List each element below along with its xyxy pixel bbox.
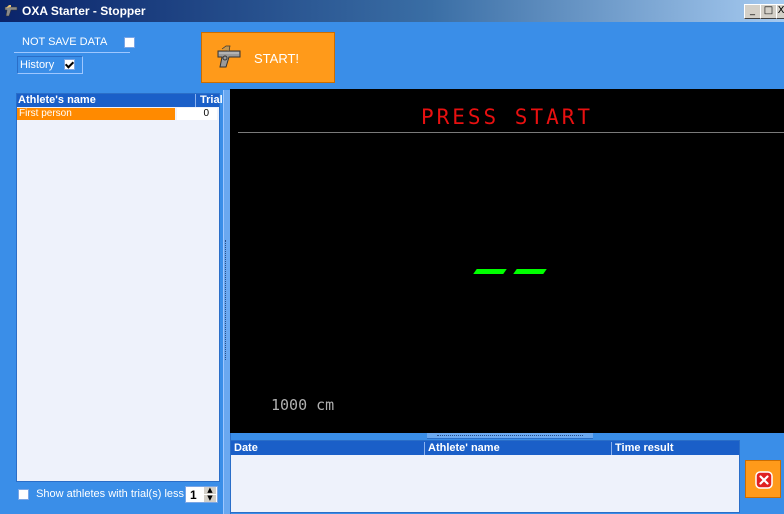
- athlete-table: Athlete's name Trial First person 0: [16, 93, 223, 482]
- results-table: Date Athlete' name Time result: [230, 440, 740, 513]
- horizontal-splitter[interactable]: [427, 433, 593, 439]
- results-table-header: Date Athlete' name Time result: [231, 441, 739, 455]
- history-label: History: [20, 59, 55, 71]
- not-save-data-option[interactable]: NOT SAVE DATA: [8, 32, 135, 50]
- pistol-app-icon: [4, 5, 18, 17]
- timer-display: PRESS START 1000 cm: [230, 89, 784, 433]
- stepper-down-icon[interactable]: ▼: [204, 495, 216, 502]
- column-header-time-result[interactable]: Time result: [611, 442, 674, 455]
- timer-dash: [513, 269, 547, 274]
- display-status: PRESS START: [420, 105, 594, 129]
- column-header-trial[interactable]: Trial: [195, 94, 223, 107]
- stepper-up-icon[interactable]: ▲: [204, 487, 216, 494]
- distance-readout: 1000 cm: [271, 396, 335, 414]
- not-save-data-checkbox[interactable]: [124, 37, 135, 48]
- trial-filter-checkbox[interactable]: [18, 488, 29, 500]
- close-icon: [755, 471, 773, 489]
- starting-pistol-icon: [217, 45, 241, 68]
- table-row[interactable]: First person 0: [17, 108, 219, 120]
- column-header-athlete-name[interactable]: Athlete's name: [18, 94, 96, 106]
- athlete-name-cell[interactable]: First person: [17, 108, 175, 120]
- trial-cell[interactable]: 0: [177, 108, 217, 120]
- start-button[interactable]: START!: [201, 32, 335, 83]
- timer-readout: [473, 269, 547, 275]
- history-option[interactable]: History: [17, 56, 83, 74]
- history-checkbox[interactable]: [64, 59, 75, 70]
- trial-filter-stepper[interactable]: 1 ▲ ▼: [185, 486, 218, 503]
- timer-dash: [473, 269, 507, 274]
- display-divider: [238, 132, 784, 133]
- trial-filter-value[interactable]: 1: [190, 488, 197, 502]
- athlete-table-header: Athlete's name Trial: [17, 94, 223, 107]
- not-save-data-label: NOT SAVE DATA: [22, 36, 108, 48]
- start-button-label: START!: [254, 51, 300, 66]
- close-window-button[interactable]: X: [776, 4, 784, 19]
- column-header-date[interactable]: Date: [231, 442, 258, 455]
- option-divider: [14, 52, 130, 53]
- window-title: OXA Starter - Stopper: [22, 4, 146, 18]
- splitter-grip[interactable]: [225, 240, 228, 360]
- maximize-button[interactable]: □: [760, 4, 777, 19]
- exit-button[interactable]: [745, 460, 781, 498]
- column-header-athlete[interactable]: Athlete' name: [424, 442, 500, 455]
- minimize-button[interactable]: _: [744, 4, 761, 19]
- title-bar: OXA Starter - Stopper _ □ X: [0, 0, 784, 22]
- trial-filter: Show athletes with trial(s) less than:: [18, 488, 212, 500]
- splitter-grip[interactable]: [437, 435, 583, 437]
